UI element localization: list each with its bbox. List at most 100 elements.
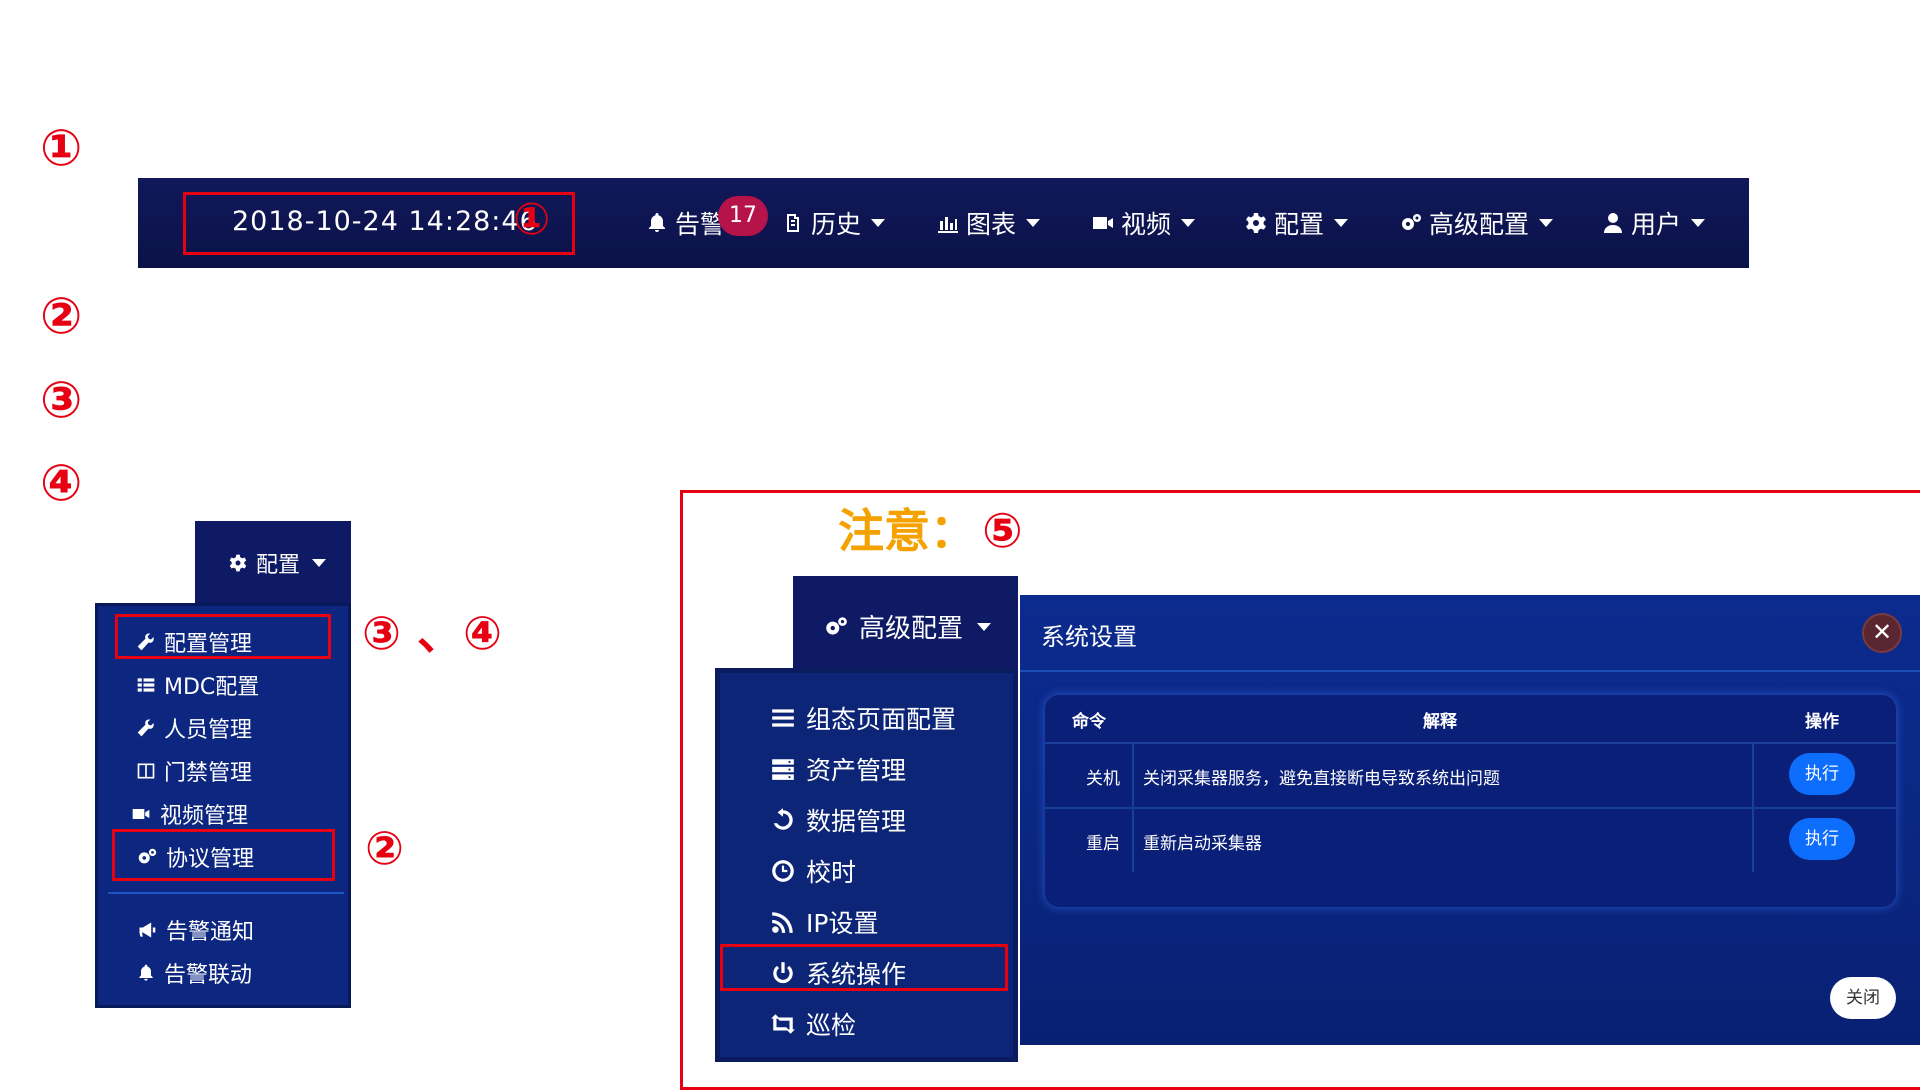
menu-item-label: 门禁管理 <box>164 761 253 786</box>
megaphone-icon <box>139 922 156 938</box>
history-icon <box>787 214 799 232</box>
clock-icon <box>772 860 794 882</box>
menu-item-access-control[interactable]: 门禁管理 <box>136 755 252 787</box>
menu-item-time-sync[interactable]: 校时 <box>770 853 856 889</box>
chevron-down-icon <box>1026 219 1041 227</box>
gear-icon <box>229 554 247 572</box>
menu-item-page-config[interactable]: 组态页面配置 <box>770 700 956 736</box>
system-settings-dialog: 系统设置 ✕ 命令 解释 操作 关机 关闭采集器服务，避免直接断电导致系统出问题… <box>1020 595 1920 1045</box>
menu-icon <box>772 709 794 727</box>
menu-divider <box>108 892 344 894</box>
nav-alerts[interactable]: 告警 <box>645 205 725 241</box>
column-divider <box>1752 744 1754 872</box>
row-2-command: 重启 <box>1086 834 1120 854</box>
execute-shutdown-button[interactable]: 执行 <box>1789 753 1855 795</box>
close-icon[interactable]: ✕ <box>1862 613 1902 653</box>
rss-icon <box>772 912 793 933</box>
step-1-marker: ① <box>40 119 83 177</box>
chevron-down-icon <box>1181 219 1196 227</box>
highlight-protocol-management <box>112 829 335 881</box>
menu-item-label: 告警联动 <box>164 963 253 988</box>
config-tab-label: 配置 <box>256 553 301 578</box>
close-button[interactable]: 关闭 <box>1830 977 1896 1019</box>
nav-video-label: 视频 <box>1121 210 1172 239</box>
chevron-down-icon <box>312 559 327 567</box>
notice-marker: ⑤ <box>982 503 1023 559</box>
menu-item-label: 巡检 <box>806 1011 857 1040</box>
execute-restart-button[interactable]: 执行 <box>1789 818 1855 860</box>
chevron-down-icon <box>1539 219 1554 227</box>
step-4-marker: ④ <box>40 454 83 512</box>
door-icon <box>137 763 155 779</box>
gears-icon <box>1402 214 1421 230</box>
server-icon <box>772 759 794 780</box>
nav-config[interactable]: 配置 <box>1244 205 1349 241</box>
advanced-config-tab-label: 高级配置 <box>859 614 964 644</box>
gears-icon <box>826 616 847 635</box>
alert-count-badge: 17 <box>718 196 768 236</box>
topbar-marker: ① <box>513 194 551 245</box>
column-header-action: 操作 <box>1805 712 1839 732</box>
menu-item-alarm-linkage[interactable]: 告警联动 <box>136 957 252 989</box>
nav-charts-label: 图表 <box>966 210 1017 239</box>
nav-advanced-config[interactable]: 高级配置 <box>1399 205 1554 241</box>
highlight-system-operation <box>720 944 1008 991</box>
dialog-header <box>1020 595 1920 672</box>
nav-config-label: 配置 <box>1274 210 1325 239</box>
chevron-down-icon <box>977 622 992 631</box>
column-divider <box>1132 744 1134 872</box>
video-icon <box>132 809 150 819</box>
notice-label: 注意： <box>838 504 976 558</box>
menu-item-label: 告警通知 <box>166 920 255 945</box>
nav-history[interactable]: 历史 <box>781 205 886 241</box>
advanced-config-tab[interactable]: 高级配置 <box>793 576 1018 670</box>
nav-user[interactable]: 用户 <box>1601 205 1706 241</box>
chevron-down-icon <box>1691 219 1706 227</box>
bar-chart-icon <box>938 217 958 233</box>
nav-history-label: 历史 <box>811 210 862 239</box>
row-1-command: 关机 <box>1086 769 1120 789</box>
menu-item-video-management[interactable]: 视频管理 <box>130 798 248 830</box>
dialog-title: 系统设置 <box>1041 623 1137 651</box>
menu-item-label: 组态页面配置 <box>806 705 957 734</box>
nav-advanced-config-label: 高级配置 <box>1429 210 1530 239</box>
chevron-down-icon <box>871 219 886 227</box>
user-icon <box>1604 213 1622 233</box>
nav-charts[interactable]: 图表 <box>936 205 1041 241</box>
column-header-explanation: 解释 <box>1423 712 1457 732</box>
step-2-marker: ② <box>40 287 83 345</box>
video-icon <box>1093 217 1113 229</box>
nav-user-label: 用户 <box>1631 210 1682 239</box>
config-dropdown-menu: 配置管理 MDC配置 人员管理 门禁管理 视频管理 协议管理 告警通知 告警联动 <box>95 603 351 1008</box>
gear-icon <box>1246 213 1266 233</box>
marker-3-4: ③ 、④ <box>362 606 502 660</box>
retweet-icon <box>771 1014 795 1034</box>
menu-item-label: MDC配置 <box>164 675 260 700</box>
bell-icon <box>649 213 665 232</box>
config-tab[interactable]: 配置 <box>195 521 351 603</box>
chevron-down-icon <box>1334 219 1349 227</box>
advanced-config-dropdown-menu: 组态页面配置 资产管理 数据管理 校时 IP设置 系统操作 巡检 <box>715 668 1018 1062</box>
menu-item-alarm-notification[interactable]: 告警通知 <box>136 914 254 946</box>
nav-video[interactable]: 视频 <box>1091 205 1196 241</box>
wrench-icon <box>137 719 154 737</box>
menu-item-data-management[interactable]: 数据管理 <box>770 802 906 838</box>
bell-icon <box>139 964 153 981</box>
menu-item-label: 数据管理 <box>806 807 907 836</box>
menu-item-label: 视频管理 <box>160 804 249 829</box>
menu-item-asset-management[interactable]: 资产管理 <box>770 751 906 787</box>
menu-item-label: IP设置 <box>806 909 879 938</box>
menu-item-mdc-config[interactable]: MDC配置 <box>136 669 259 701</box>
menu-item-personnel-management[interactable]: 人员管理 <box>136 712 252 744</box>
marker-2: ② <box>365 821 404 875</box>
undo-icon <box>773 808 793 830</box>
menu-item-label: 资产管理 <box>806 756 907 785</box>
row-2-explanation: 重新启动采集器 <box>1143 834 1262 854</box>
nav-alerts-label: 告警 <box>675 210 726 239</box>
menu-item-ip-settings[interactable]: IP设置 <box>770 904 878 940</box>
step-3-marker: ③ <box>40 371 83 429</box>
menu-item-label: 人员管理 <box>164 718 253 743</box>
menu-item-inspection[interactable]: 巡检 <box>770 1006 856 1042</box>
highlight-config-management <box>115 614 331 659</box>
column-header-command: 命令 <box>1072 712 1106 732</box>
